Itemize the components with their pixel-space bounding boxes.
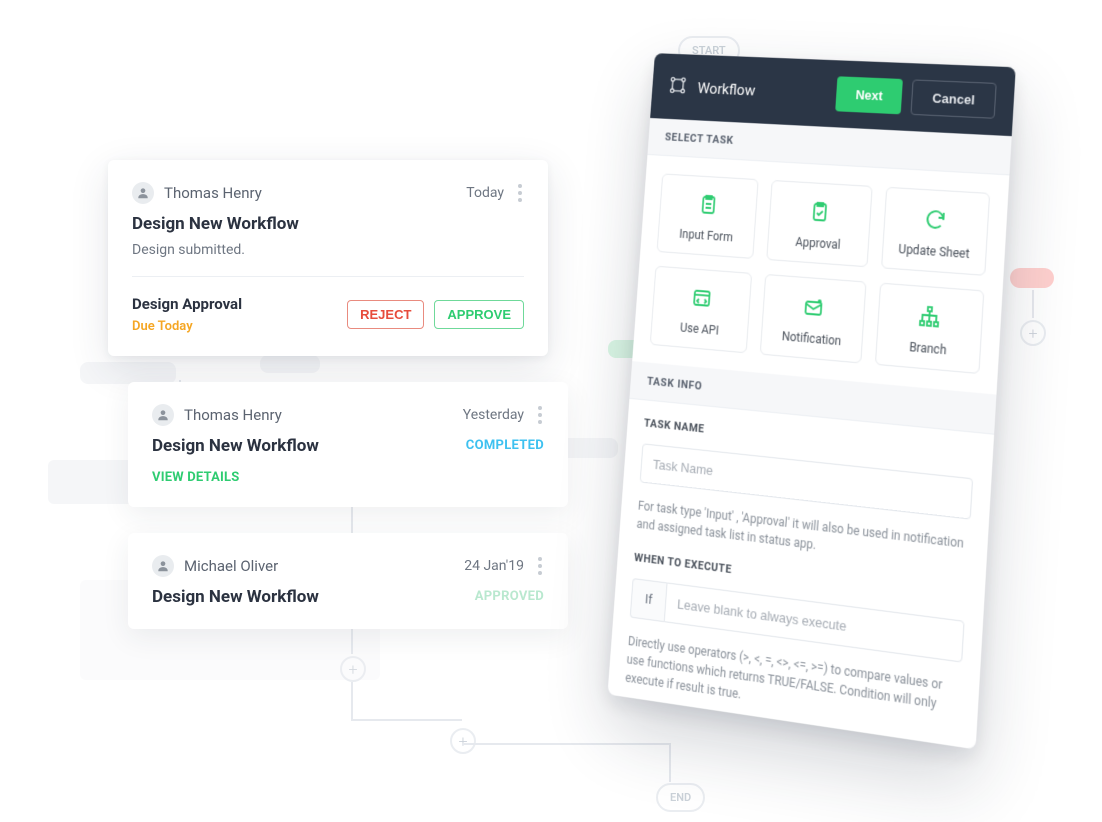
user-name: Thomas Henry [164,184,262,202]
task-card: Thomas Henry Yesterday Design New Workfl… [128,382,568,507]
due-label: Due Today [132,319,242,334]
plus-node-icon: + [340,656,366,682]
code-icon [690,283,714,313]
task-card: Thomas Henry Today Design New Workflow D… [108,160,548,356]
avatar-icon [152,404,174,426]
mail-icon [801,292,826,322]
task-tile-label: Notification [781,329,841,348]
task-tile-label: Update Sheet [898,242,970,261]
clipboard-icon [696,190,720,219]
status-badge: COMPLETED [466,438,544,453]
approval-title: Design Approval [132,295,242,313]
avatar-icon [152,555,174,577]
card-title: Design New Workflow [152,587,319,607]
user-name: Michael Oliver [184,557,278,575]
avatar-icon [132,182,154,204]
refresh-icon [923,204,949,234]
view-details-link[interactable]: VIEW DETAILS [152,470,544,485]
status-badge: APPROVED [475,589,544,604]
task-tile-approval[interactable]: Approval [767,180,873,267]
plus-node-icon: + [1020,320,1046,346]
branch-icon [917,301,943,332]
task-card: Michael Oliver 24 Jan'19 Design New Work… [128,533,568,629]
flow-end-node: END [656,783,705,812]
kebab-menu-icon[interactable] [536,555,544,577]
task-tile-update-sheet[interactable]: Update Sheet [881,187,990,276]
approve-button[interactable]: APPROVE [434,300,524,329]
user-name: Thomas Henry [184,406,282,424]
task-tile-branch[interactable]: Branch [875,283,985,374]
if-prefix: If [630,578,667,622]
task-tile-use-api[interactable]: Use API [650,266,753,354]
task-tile-label: Input Form [679,227,733,245]
kebab-menu-icon[interactable] [536,404,544,426]
divider [132,276,524,277]
card-title: Design New Workflow [132,214,524,234]
card-date: Today [466,185,504,201]
panel-title: Workflow [697,79,756,99]
plus-node-icon: + [450,728,476,754]
task-tile-label: Branch [909,340,947,358]
card-date: Yesterday [463,407,524,423]
kebab-menu-icon[interactable] [516,182,524,204]
task-tile-notification[interactable]: Notification [760,274,866,364]
workflow-icon [668,75,688,99]
task-tile-label: Use API [680,320,720,337]
task-tile-input-form[interactable]: Input Form [657,173,759,259]
next-button[interactable]: Next [835,76,903,114]
card-title: Design New Workflow [152,436,319,456]
reject-button[interactable]: REJECT [347,300,424,329]
card-subtext: Design submitted. [132,242,524,258]
card-date: 24 Jan'19 [464,558,524,574]
task-tile-label: Approval [795,235,841,252]
workflow-panel: Workflow Next Cancel SELECT TASK Input F… [607,53,1015,749]
check-shield-icon [807,197,832,227]
cancel-button[interactable]: Cancel [911,79,997,118]
